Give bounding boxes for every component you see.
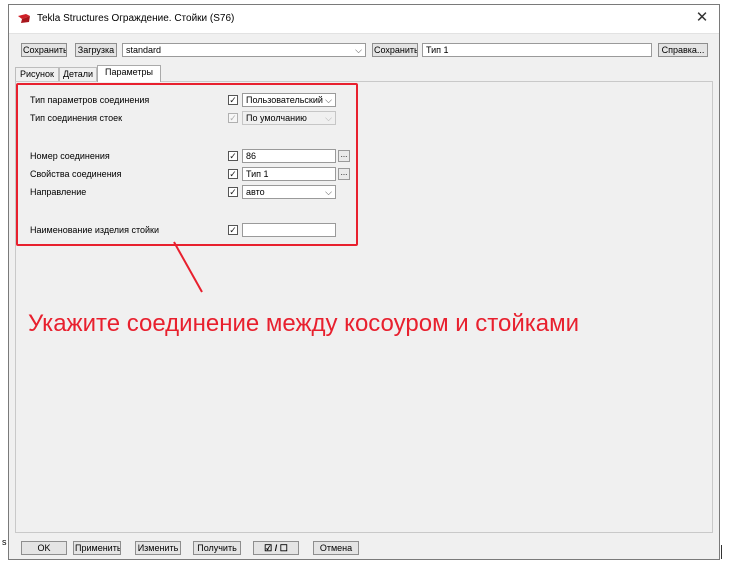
tab-picture[interactable]: Рисунок — [15, 67, 59, 81]
help-button[interactable]: Справка... — [658, 43, 708, 57]
load-button[interactable]: Загрузка — [75, 43, 117, 57]
highlight-frame — [16, 83, 358, 246]
apply-button[interactable]: Применить — [73, 541, 121, 555]
ok-button[interactable]: OK — [21, 541, 67, 555]
pointer-line — [173, 241, 203, 293]
cancel-button[interactable]: Отмена — [313, 541, 359, 555]
save-as-button[interactable]: Сохранить как — [372, 43, 418, 57]
window-title: Tekla Structures Ограждение. Стойки (S76… — [37, 13, 235, 24]
toggle-all-checkboxes-button[interactable]: ☑ / ☐ — [253, 541, 299, 555]
close-button[interactable]: ✕ — [691, 8, 713, 28]
instruction-annotation: Укажите соединение между косоуром и стой… — [28, 310, 580, 337]
preset-select[interactable]: standard ⌵ — [122, 43, 366, 57]
preset-value: standard — [126, 45, 162, 55]
get-button[interactable]: Получить — [193, 541, 241, 555]
modify-button[interactable]: Изменить — [135, 541, 181, 555]
title-bar[interactable]: Tekla Structures Ограждение. Стойки (S76… — [9, 5, 719, 34]
tab-parts[interactable]: Детали — [59, 67, 97, 81]
left-edge-fragment: s — [2, 537, 7, 547]
right-edge-line — [721, 545, 722, 559]
save-as-name-input[interactable]: Тип 1 — [422, 43, 652, 57]
tab-parameters[interactable]: Параметры — [97, 65, 161, 82]
save-button[interactable]: Сохранить — [21, 43, 67, 57]
close-icon: ✕ — [695, 9, 709, 26]
chevron-down-icon: ⌵ — [355, 45, 362, 55]
tekla-logo-icon — [17, 13, 31, 24]
